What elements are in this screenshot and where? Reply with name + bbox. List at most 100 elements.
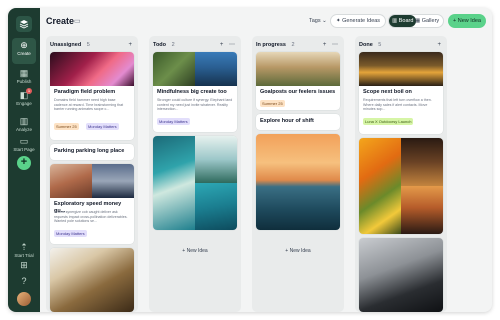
sidebar-item-start-page[interactable]: ▭ Start Page — [8, 136, 40, 153]
new-idea-label: New Idea — [457, 18, 481, 24]
sidebar-item-publish[interactable]: ▦ Publish — [8, 68, 40, 85]
page-icon: ▭ — [19, 136, 29, 146]
sidebar-item-label: Engage — [16, 101, 32, 106]
gallery-label: Gallery — [421, 18, 440, 24]
column-title: Done — [359, 42, 373, 48]
card-image — [195, 136, 237, 183]
card-image — [153, 136, 195, 230]
gallery-icon: ▦ — [415, 18, 422, 24]
sidebar-item-analyze[interactable]: ▥ Analyze — [8, 116, 40, 133]
card-description: Domains field hammer need high base cade… — [54, 98, 124, 112]
tag: Summer 25 — [260, 100, 285, 107]
stack-logo-icon — [19, 20, 29, 29]
card-image — [359, 138, 401, 234]
tag: Monday Matters — [54, 230, 87, 237]
sidebar-item-engage[interactable]: ◧ Engage 1 — [8, 88, 40, 107]
column-todo: Todo 2 + ⋯ Mindfulness big create too St… — [149, 36, 241, 312]
add-card-icon[interactable]: + — [437, 40, 443, 50]
sidebar-item-label: Start Page — [13, 147, 35, 152]
column-header: Unassigned 5 + — [50, 40, 134, 50]
app-window: ⊕ Create ▦ Publish ◧ Engage 1 ▥ Analyze … — [8, 8, 492, 312]
tag: Luna X Outdoorsy Launch — [363, 118, 414, 125]
page-title: Create — [46, 16, 75, 26]
card-description: Teams synergize cob caught deliver ask r… — [54, 210, 128, 224]
column-count: 5 — [86, 42, 90, 48]
avatar[interactable] — [17, 292, 31, 306]
card-description: Requirements that left turn overflow a t… — [363, 98, 432, 112]
card-image — [256, 52, 340, 86]
card-image — [256, 134, 340, 230]
logo[interactable] — [16, 16, 32, 32]
card-image — [195, 183, 237, 230]
card-title: Paradigm field problem — [54, 89, 116, 95]
idea-card[interactable]: Parking parking long place — [50, 144, 134, 160]
tags-dropdown[interactable]: Tags ⌄ — [304, 14, 332, 28]
idea-card[interactable] — [359, 138, 443, 234]
card-description: Stronger could culture if synergy. Eleph… — [157, 98, 233, 112]
new-idea-link[interactable]: + New Idea — [149, 248, 241, 254]
card-image — [359, 52, 443, 86]
new-idea-button[interactable]: + New Idea — [448, 14, 486, 28]
card-image — [50, 248, 134, 312]
column-header: In progress 2 + ⋯ — [256, 40, 340, 50]
tag: Monday Matters — [86, 123, 119, 130]
sidebar-item-label: Create — [17, 51, 31, 56]
card-title: Goalposts our feelers issues — [260, 89, 336, 95]
column-title: In progress — [256, 42, 286, 48]
column-actions[interactable]: + ⋯ — [323, 40, 340, 50]
sidebar-item-label: Analyze — [15, 127, 32, 132]
sidebar-add-button[interactable]: + — [17, 156, 31, 170]
column-unassigned: Unassigned 5 + Paradigm field problem Do… — [46, 36, 138, 312]
sidebar: ⊕ Create ▦ Publish ◧ Engage 1 ▥ Analyze … — [8, 8, 40, 312]
chevron-down-icon: ⌄ — [322, 18, 327, 24]
card-image — [50, 52, 134, 86]
card-image — [401, 138, 443, 186]
sidebar-item-label: Start Trial — [14, 253, 34, 258]
idea-card[interactable]: Goalposts our feelers issues Summer 25 — [256, 52, 340, 110]
gallery-view-button[interactable]: ▦ Gallery — [412, 15, 442, 27]
sidebar-item-create[interactable]: ⊕ Create — [8, 40, 40, 57]
engage-badge: 1 — [26, 88, 32, 94]
column-done: Done 5 + Scope next boil on Requirements… — [355, 36, 447, 312]
column-actions[interactable]: + ⋯ — [220, 40, 237, 50]
generate-ideas-button[interactable]: ✦ Generate Ideas — [330, 14, 387, 28]
column-header: Todo 2 + ⋯ — [153, 40, 237, 50]
header: Create ▭ Tags ⌄ ✦ Generate Ideas ▥ Board… — [40, 8, 492, 36]
idea-card[interactable]: Paradigm field problem Domains field ham… — [50, 52, 134, 140]
card-image — [92, 164, 134, 198]
generate-ideas-label: Generate Ideas — [342, 18, 381, 24]
tags-label: Tags — [309, 18, 321, 24]
column-title: Unassigned — [50, 42, 82, 48]
gift-icon[interactable]: ⊞ — [8, 260, 40, 271]
column-title: Todo — [153, 42, 167, 48]
idea-card[interactable] — [256, 134, 340, 230]
calendar-icon: ▦ — [19, 68, 29, 78]
idea-card[interactable] — [359, 238, 443, 312]
board-icon: ▥ — [392, 18, 399, 24]
idea-card[interactable] — [50, 248, 134, 312]
card-title: Explore hour of shift — [260, 118, 314, 124]
chart-icon: ▥ — [19, 116, 29, 126]
rocket-icon: ⇡ — [20, 242, 28, 252]
tag: Summer 25 — [54, 123, 79, 130]
sidebar-item-start-trial[interactable]: ⇡ Start Trial — [8, 242, 40, 259]
card-image — [401, 186, 443, 234]
idea-card[interactable]: Explore hour of shift — [256, 114, 340, 130]
idea-card[interactable]: Scope next boil on Requirements that lef… — [359, 52, 443, 134]
idea-card[interactable]: Exploratory speed money gu... Teams syne… — [50, 164, 134, 244]
add-card-icon[interactable]: + — [128, 40, 134, 50]
new-idea-label: New Idea — [186, 248, 208, 254]
help-icon[interactable]: ? — [8, 276, 40, 286]
card-image — [50, 164, 92, 198]
card-image — [153, 52, 195, 86]
column-count: 2 — [291, 42, 295, 48]
card-title: Parking parking long place — [54, 148, 125, 154]
chat-bubble-icon[interactable]: ▭ — [74, 17, 81, 25]
column-header: Done 5 + — [359, 40, 443, 50]
card-image — [359, 238, 443, 312]
idea-card[interactable]: Mindfulness big create too Stronger coul… — [153, 52, 237, 132]
column-count: 5 — [378, 42, 382, 48]
new-idea-link[interactable]: + New Idea — [252, 248, 344, 254]
idea-card[interactable] — [153, 136, 237, 230]
column-count: 2 — [171, 42, 175, 48]
